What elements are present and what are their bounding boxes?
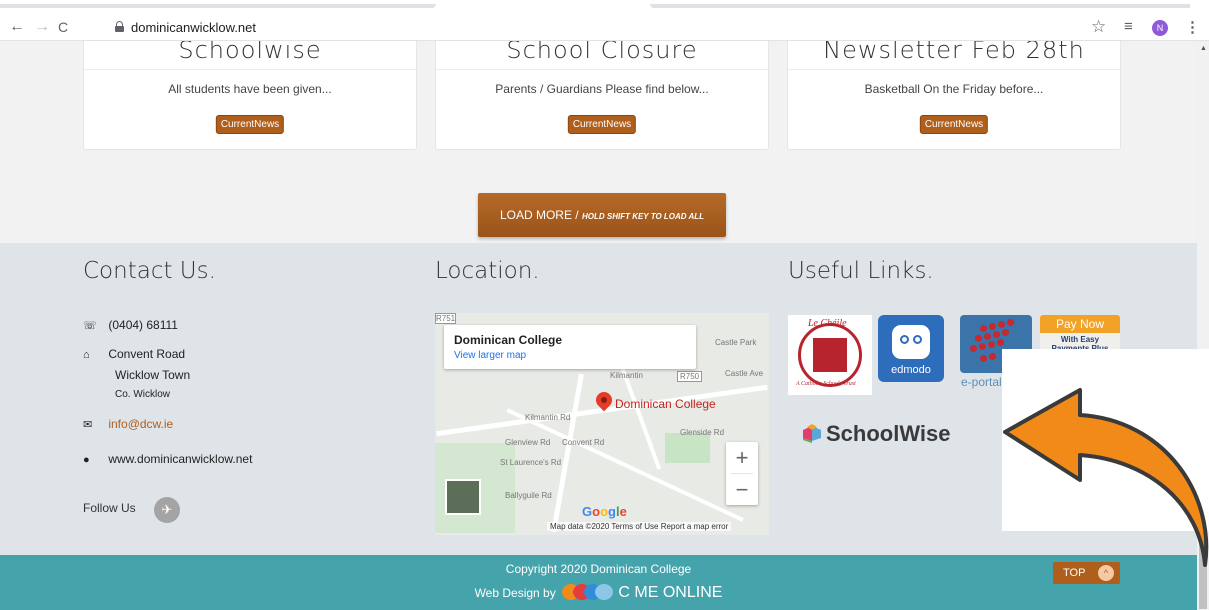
- address-item: ⌂ Convent Road: [83, 347, 185, 361]
- back-icon[interactable]: ←: [9, 19, 25, 35]
- browser-toolbar: ← → C dominicanwicklow.net ☆ ≡ N ⋮: [0, 0, 1209, 41]
- news-section: Schoolwise All students have been given.…: [0, 41, 1197, 243]
- news-card[interactable]: School Closure Parents / Guardians Pleas…: [435, 41, 769, 150]
- edmodo-label: edmodo: [891, 364, 931, 376]
- load-more-button[interactable]: LOAD MORE / HOLD SHIFT KEY TO LOAD ALL: [478, 193, 726, 237]
- envelope-icon: ✉: [83, 419, 93, 431]
- follow-label: Follow Us: [83, 501, 136, 515]
- address-bar[interactable]: dominicanwicklow.net: [131, 20, 256, 35]
- annotation-arrow-icon: [1003, 388, 1209, 567]
- news-card-title[interactable]: School Closure: [436, 41, 768, 64]
- view-larger-map-link[interactable]: View larger map: [454, 350, 526, 361]
- google-logo: Google: [582, 504, 627, 519]
- forward-icon[interactable]: →: [34, 19, 50, 35]
- load-more-label: LOAD MORE /: [499, 208, 579, 222]
- map-road-label: Ballyguile Rd: [505, 491, 552, 500]
- email-link[interactable]: info@dcw.ie: [108, 417, 173, 431]
- zoom-in-button[interactable]: +: [726, 442, 758, 473]
- menu-kebab-icon[interactable]: ⋮: [1185, 18, 1200, 36]
- location-heading: Location.: [435, 258, 540, 284]
- phone-number[interactable]: (0404) 68111: [108, 318, 178, 332]
- phone-item: ☏ (0404) 68111: [83, 318, 178, 332]
- map-road-label: Kilmantin Rd: [525, 413, 571, 422]
- lock-icon: [115, 21, 124, 32]
- schoolwise-logo-icon: [801, 422, 823, 444]
- map-info-window: Dominican College View larger map: [444, 325, 696, 369]
- edmodo-link[interactable]: edmodo: [878, 315, 944, 382]
- reading-list-icon[interactable]: ≡: [1124, 18, 1133, 35]
- globe-icon: ●: [83, 454, 90, 466]
- map-road-label: Castle Park: [715, 338, 757, 347]
- schoolwise-link[interactable]: SchoolWise: [801, 421, 951, 447]
- news-card[interactable]: Schoolwise All students have been given.…: [83, 41, 417, 150]
- map-zoom-controls: + −: [726, 442, 758, 505]
- news-card[interactable]: Newsletter Feb 28th Basketball On the Fr…: [787, 41, 1121, 150]
- news-card-title[interactable]: Newsletter Feb 28th: [788, 41, 1120, 64]
- news-card-excerpt: Basketball On the Friday before...: [864, 82, 1044, 96]
- cme-logo-icon: [562, 584, 614, 600]
- home-icon: ⌂: [83, 349, 90, 361]
- email-item: ✉ info@dcw.ie: [83, 417, 173, 431]
- map-info-title: Dominican College: [454, 333, 563, 347]
- map-road-label: Glenside Rd: [680, 428, 725, 437]
- map-road-label: St Laurence's Rd: [500, 458, 562, 467]
- address-line3: Co. Wicklow: [115, 389, 171, 400]
- address-line1: Convent Road: [108, 347, 186, 361]
- map-road-label: Glenview Rd: [505, 438, 551, 447]
- lecheile-logo-text: Le Chéile: [808, 318, 847, 329]
- cme-online-label: C ME ONLINE: [618, 584, 723, 601]
- schoolwise-label: SchoolWise: [826, 421, 951, 446]
- map-road-label: R750: [677, 371, 703, 382]
- lecheile-link[interactable]: Le Chéile A Catholic Schools Trust: [788, 315, 872, 395]
- map-road-label: Castle Ave: [725, 369, 764, 378]
- website-link[interactable]: www.dominicanwicklow.net: [108, 452, 252, 466]
- phone-icon: ☏: [83, 320, 97, 332]
- news-card-excerpt: All students have been given...: [168, 82, 332, 96]
- tab-strip: [0, 0, 1209, 8]
- embedded-map[interactable]: Kilmantin R750 Kilmantin Rd Glenview Rd …: [435, 313, 769, 535]
- map-road-label: R751: [435, 313, 457, 324]
- news-tag[interactable]: CurrentNews: [215, 115, 285, 134]
- map-pin-label: Dominican College: [615, 397, 716, 411]
- twitter-icon[interactable]: ✈: [154, 497, 180, 523]
- lecheile-subtitle: A Catholic Schools Trust: [796, 381, 856, 387]
- useful-links-heading: Useful Links.: [788, 258, 934, 284]
- pay-now-sub1: With Easy: [1060, 335, 1100, 344]
- scroll-up-icon[interactable]: ▲: [1200, 45, 1207, 52]
- map-road-label: Convent Rd: [562, 438, 605, 447]
- contact-heading: Contact Us.: [83, 258, 216, 284]
- zoom-out-button[interactable]: −: [726, 474, 758, 505]
- news-tag[interactable]: CurrentNews: [919, 115, 989, 134]
- profile-avatar[interactable]: N: [1152, 20, 1168, 36]
- load-more-hint: HOLD SHIFT KEY TO LOAD ALL: [581, 212, 705, 221]
- address-line2: Wicklow Town: [115, 368, 191, 382]
- news-tag[interactable]: CurrentNews: [567, 115, 637, 134]
- pay-now-label: Pay Now: [1040, 315, 1120, 333]
- edmodo-face-icon: [892, 325, 930, 359]
- map-road-label: Kilmantin: [610, 371, 643, 380]
- reload-icon[interactable]: C: [58, 19, 68, 35]
- website-item: ● www.dominicanwicklow.net: [83, 452, 252, 466]
- news-card-title[interactable]: Schoolwise: [84, 41, 416, 64]
- news-card-excerpt: Parents / Guardians Please find below...: [495, 82, 709, 96]
- map-attribution[interactable]: Map data ©2020 Terms of Use Report a map…: [547, 522, 732, 531]
- satellite-toggle[interactable]: [445, 479, 481, 515]
- celtic-cross-icon: [813, 338, 847, 372]
- web-design-label: Web Design by: [474, 586, 556, 600]
- bookmark-star-icon[interactable]: ☆: [1091, 17, 1106, 37]
